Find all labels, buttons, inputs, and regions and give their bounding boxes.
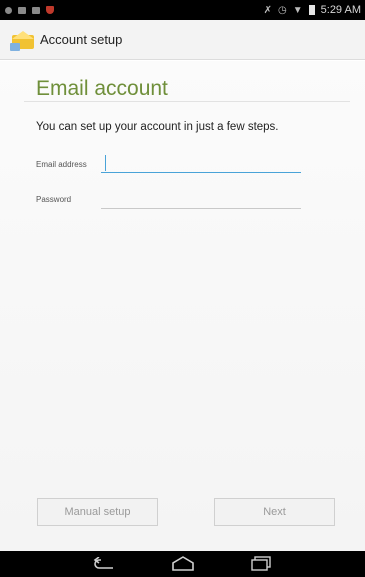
password-field[interactable] <box>101 193 301 209</box>
status-bar-right: ✗ ◷ ▼ 5:29 AM <box>264 4 361 16</box>
notification-square-icon <box>32 6 40 14</box>
alarm-icon: ◷ <box>278 4 287 16</box>
intro-text: You can set up your account in just a fe… <box>36 121 279 133</box>
home-icon <box>171 556 194 571</box>
next-button[interactable]: Next <box>214 498 335 526</box>
email-app-icon <box>10 29 34 51</box>
setup-content: Email account You can set up your accoun… <box>0 61 365 551</box>
shield-icon <box>46 6 54 14</box>
password-label: Password <box>36 195 72 204</box>
navigation-bar <box>0 551 365 577</box>
action-bar-title: Account setup <box>40 32 123 47</box>
page-title: Email account <box>36 77 168 100</box>
notification-square-icon <box>18 6 26 14</box>
battery-icon <box>308 5 315 15</box>
title-divider <box>24 101 350 102</box>
back-icon <box>93 557 113 569</box>
status-bar-left <box>5 6 54 14</box>
action-bar: Account setup <box>0 20 365 60</box>
status-time: 5:29 AM <box>320 4 361 16</box>
status-bar: ✗ ◷ ▼ 5:29 AM <box>0 0 365 20</box>
email-label: Email address <box>36 160 87 169</box>
home-button[interactable] <box>163 553 203 575</box>
wifi-icon: ▼ <box>292 4 303 16</box>
manual-setup-button[interactable]: Manual setup <box>37 498 158 526</box>
back-button[interactable] <box>85 553 125 575</box>
notification-dot-icon <box>5 6 12 14</box>
mute-icon: ✗ <box>263 4 272 16</box>
recent-apps-button[interactable] <box>241 553 281 575</box>
text-cursor <box>105 155 106 171</box>
email-field[interactable] <box>101 157 301 173</box>
recent-apps-icon <box>250 556 271 571</box>
